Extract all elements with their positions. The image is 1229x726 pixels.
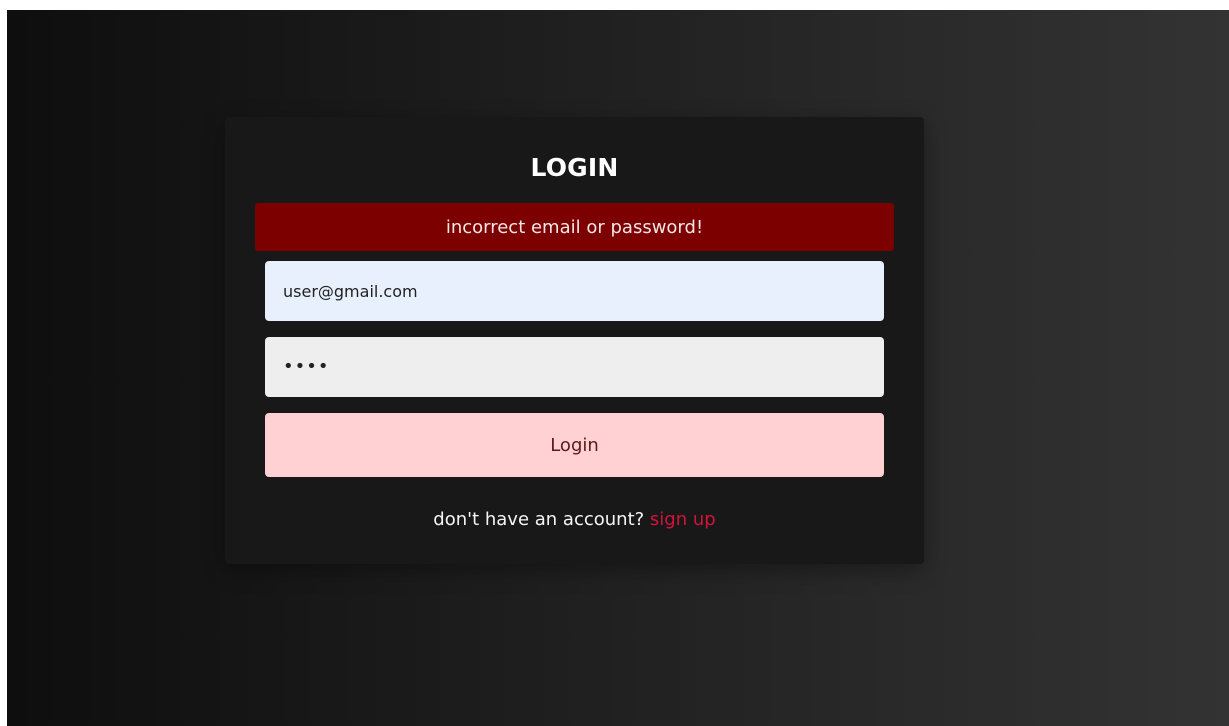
login-title: LOGIN — [530, 153, 619, 182]
email-input[interactable]: user@gmail.com — [265, 261, 884, 321]
password-input[interactable]: •••• — [265, 337, 884, 397]
signup-link[interactable]: sign up — [650, 509, 716, 530]
signup-row: don't have an account? sign up — [225, 509, 924, 530]
email-value: user@gmail.com — [283, 281, 418, 301]
error-message: incorrect email or password! — [445, 216, 704, 238]
login-button[interactable]: Login — [265, 413, 884, 477]
error-banner: incorrect email or password! — [255, 203, 894, 251]
signup-prompt: don't have an account? — [433, 509, 650, 530]
password-value: •••• — [283, 355, 330, 377]
login-card: LOGIN incorrect email or password! user@… — [225, 117, 924, 564]
page-background: LOGIN incorrect email or password! user@… — [7, 10, 1229, 726]
